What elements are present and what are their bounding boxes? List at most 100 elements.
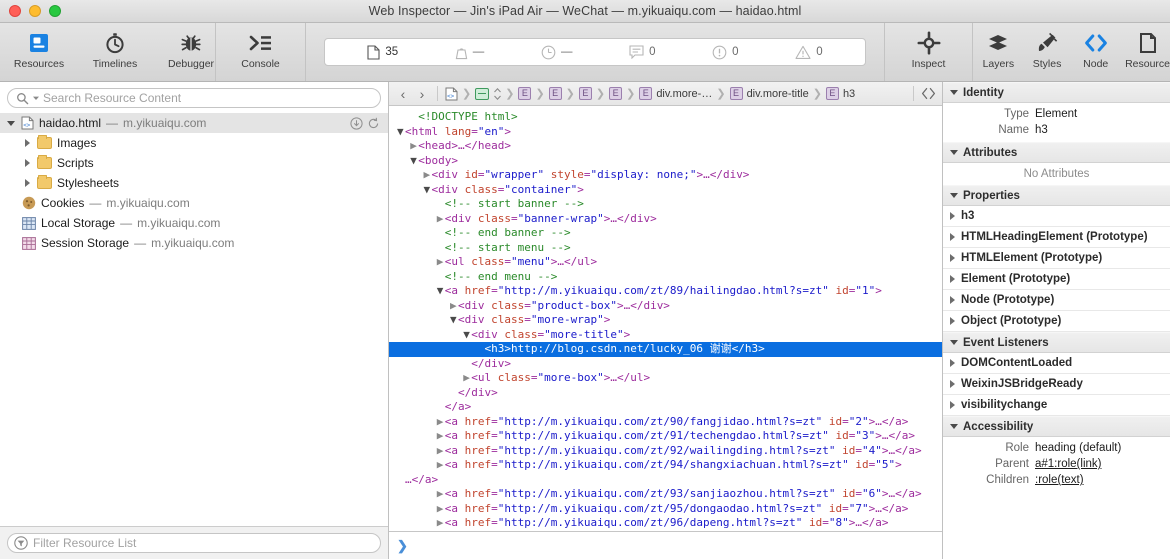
dom-tree-row[interactable]: </div>: [389, 357, 942, 372]
disclosure-triangle[interactable]: ▶: [437, 502, 445, 517]
disclosure-triangle[interactable]: ▶: [437, 255, 445, 270]
row-value-link[interactable]: :role(text): [1035, 474, 1084, 486]
disclosure-triangle[interactable]: [950, 233, 955, 241]
event-row-domcontentloaded[interactable]: DOMContentLoaded: [943, 353, 1170, 374]
dom-tree-row-selected[interactable]: <h3>http://blog.csdn.net/lucky_06 谢谢</h3…: [389, 342, 942, 357]
disclosure-triangle[interactable]: [950, 380, 955, 388]
disclosure-triangle[interactable]: [950, 296, 955, 304]
property-row-h3[interactable]: h3: [943, 206, 1170, 227]
property-row-htmlheadingelement[interactable]: HTMLHeadingElement (Prototype): [943, 227, 1170, 248]
dom-tree-row[interactable]: ▼<div class="more-wrap">: [389, 313, 942, 328]
breadcrumb-item-element-1[interactable]: E: [518, 87, 532, 100]
property-row-object[interactable]: Object (Prototype): [943, 311, 1170, 332]
disclosure-triangle[interactable]: [950, 212, 955, 220]
dom-tree-row[interactable]: ▶<a href="http://m.yikuaiqu.com/zt/90/fa…: [389, 415, 942, 430]
dom-tree-row[interactable]: ▶<a href="http://m.yikuaiqu.com/zt/96/da…: [389, 516, 942, 531]
toolbar-button-resources[interactable]: Resources: [14, 29, 64, 70]
dom-tree-row[interactable]: <!-- start banner -->: [389, 197, 942, 212]
dom-tree-row[interactable]: ▶<a href="http://m.yikuaiqu.com/zt/91/te…: [389, 429, 942, 444]
disclosure-triangle[interactable]: [6, 120, 16, 126]
breadcrumb-item-more-title[interactable]: E div.more-title: [729, 87, 809, 100]
dom-tree-row[interactable]: ▶<ul class="more-box">…</ul>: [389, 371, 942, 386]
sidebar-item-cookies[interactable]: Cookies — m.yikuaiqu.com: [0, 193, 388, 213]
search-resource-content-field[interactable]: Search Resource Content: [7, 88, 381, 108]
dom-tree-row[interactable]: <!-- end menu -->: [389, 270, 942, 285]
disclosure-triangle[interactable]: [22, 159, 32, 167]
disclosure-triangle[interactable]: ▶: [437, 415, 445, 430]
section-header-properties[interactable]: Properties: [943, 185, 1170, 206]
disclosure-triangle[interactable]: ▼: [424, 183, 432, 198]
toolbar-button-styles[interactable]: Styles: [1028, 29, 1067, 70]
disclosure-triangle[interactable]: ▶: [437, 516, 445, 531]
disclosure-triangle[interactable]: [22, 179, 32, 187]
sidebar-folder-stylesheets[interactable]: Stylesheets: [0, 173, 388, 193]
row-value-link[interactable]: a#1:role(link): [1035, 458, 1101, 470]
section-header-accessibility[interactable]: Accessibility: [943, 416, 1170, 437]
disclosure-triangle[interactable]: [950, 317, 955, 325]
disclosure-triangle[interactable]: [950, 340, 958, 345]
dom-tree-row[interactable]: ▶<div class="banner-wrap">…</div>: [389, 212, 942, 227]
dom-tree-row[interactable]: ▼<html lang="en">: [389, 125, 942, 140]
disclosure-triangle[interactable]: [950, 193, 958, 198]
console-prompt-bar[interactable]: ❯: [389, 531, 942, 559]
breadcrumb-item-h3[interactable]: E h3: [825, 87, 855, 100]
disclosure-triangle[interactable]: ▶: [437, 487, 445, 502]
disclosure-triangle[interactable]: [950, 90, 958, 95]
property-row-htmlelement[interactable]: HTMLElement (Prototype): [943, 248, 1170, 269]
event-row-visibilitychange[interactable]: visibilitychange: [943, 395, 1170, 416]
section-header-attributes[interactable]: Attributes: [943, 142, 1170, 163]
dom-tree-row[interactable]: ▼<body>: [389, 154, 942, 169]
dom-tree-row[interactable]: ▶<div class="product-box">…</div>: [389, 299, 942, 314]
toolbar-button-resource[interactable]: Resource: [1125, 29, 1170, 70]
dom-tree-row[interactable]: ▶<a href="http://m.yikuaiqu.com/zt/93/sa…: [389, 487, 942, 502]
dom-tree-row[interactable]: <!DOCTYPE html>: [389, 110, 942, 125]
frame-stepper[interactable]: [494, 87, 502, 100]
disclosure-triangle[interactable]: [950, 150, 958, 155]
navigate-back-button[interactable]: ‹: [395, 87, 411, 101]
section-header-event-listeners[interactable]: Event Listeners: [943, 332, 1170, 353]
toolbar-button-timelines[interactable]: Timelines: [92, 29, 138, 70]
sidebar-item-local-storage[interactable]: Local Storage — m.yikuaiqu.com: [0, 213, 388, 233]
disclosure-triangle[interactable]: [22, 139, 32, 147]
toolbar-button-node[interactable]: Node: [1076, 29, 1115, 70]
dom-tree-row[interactable]: ▼<div class="more-title">: [389, 328, 942, 343]
toolbar-button-inspect[interactable]: Inspect: [906, 29, 952, 70]
disclosure-triangle[interactable]: ▼: [450, 313, 458, 328]
dom-tree-row[interactable]: ▶<ul class="menu">…</ul>: [389, 255, 942, 270]
toolbar-button-debugger[interactable]: Debugger: [168, 29, 214, 70]
toolbar-button-layers[interactable]: Layers: [979, 29, 1018, 70]
dom-tree-row[interactable]: </a>: [389, 400, 942, 415]
toolbar-button-console[interactable]: Console: [238, 29, 284, 70]
disclosure-triangle[interactable]: [950, 424, 958, 429]
disclosure-triangle[interactable]: ▼: [437, 284, 445, 299]
disclosure-triangle[interactable]: ▼: [397, 125, 405, 140]
dom-tree-row[interactable]: ▶<div id="wrapper" style="display: none;…: [389, 168, 942, 183]
dom-tree-row[interactable]: ▶<head>…</head>: [389, 139, 942, 154]
disclosure-triangle[interactable]: ▶: [437, 212, 445, 227]
breadcrumb-item-element-2[interactable]: E: [548, 87, 562, 100]
dom-tree-row[interactable]: ▶<div class="ad-wrap">…</div>: [389, 531, 942, 532]
disclosure-triangle[interactable]: [950, 401, 955, 409]
dom-tree-row[interactable]: <!-- start menu -->: [389, 241, 942, 256]
resource-root-row[interactable]: <> haidao.html — m.yikuaiqu.com: [0, 113, 388, 133]
toggle-source-view-button[interactable]: [921, 87, 936, 100]
disclosure-triangle[interactable]: ▶: [437, 458, 445, 473]
breadcrumb-item-element-3[interactable]: E: [578, 87, 592, 100]
event-row-weixinjsbridgeready[interactable]: WeixinJSBridgeReady: [943, 374, 1170, 395]
dom-tree-row[interactable]: ▼<div class="container">: [389, 183, 942, 198]
property-row-node[interactable]: Node (Prototype): [943, 290, 1170, 311]
disclosure-triangle[interactable]: ▶: [424, 168, 432, 183]
breadcrumb-item-document[interactable]: <>: [445, 87, 458, 101]
sidebar-folder-scripts[interactable]: Scripts: [0, 153, 388, 173]
dom-tree-row[interactable]: ▶<a href="http://m.yikuaiqu.com/zt/95/do…: [389, 502, 942, 517]
disclosure-triangle[interactable]: [950, 359, 955, 367]
filter-resource-list-field[interactable]: Filter Resource List: [7, 533, 381, 553]
disclosure-triangle[interactable]: ▶: [437, 429, 445, 444]
dom-tree-row[interactable]: …</a>: [389, 473, 942, 488]
disclosure-triangle[interactable]: ▶: [437, 444, 445, 459]
disclosure-triangle[interactable]: ▶: [450, 299, 458, 314]
disclosure-triangle[interactable]: ▶: [437, 531, 445, 532]
sidebar-item-session-storage[interactable]: Session Storage — m.yikuaiqu.com: [0, 233, 388, 253]
property-row-element[interactable]: Element (Prototype): [943, 269, 1170, 290]
dom-tree-row[interactable]: <!-- end banner -->: [389, 226, 942, 241]
